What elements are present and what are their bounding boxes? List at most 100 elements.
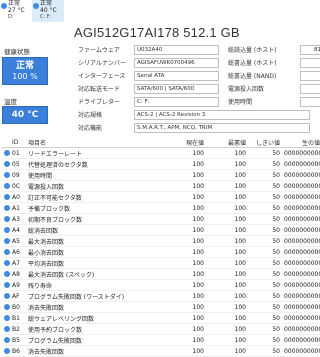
health-status-box[interactable]: 正常 100 % — [2, 57, 48, 85]
host-write-value — [300, 57, 320, 68]
attr-id: A5 — [12, 237, 20, 245]
attr-worst: 100 — [234, 237, 246, 245]
nand-write-value: 0 — [300, 70, 320, 81]
attr-threshold: 50 — [272, 182, 280, 190]
table-row[interactable]: A1 予備ブロック数 100 100 50 000000000064 — [2, 203, 320, 214]
header-worst[interactable]: 最悪値 — [204, 138, 246, 147]
attr-id: A6 — [12, 248, 20, 256]
temperature-box[interactable]: 40 °C — [2, 106, 48, 124]
health-status: 正常 — [15, 61, 34, 71]
table-row[interactable]: A5 最大消去回数 100 100 50 000000000000 — [2, 236, 320, 247]
attr-worst: 100 — [234, 314, 246, 322]
attr-raw: 000000000064 — [284, 281, 320, 289]
status-dot-icon — [2, 227, 12, 233]
attr-name: リードエラーレート — [28, 150, 83, 158]
attr-current: 100 — [192, 215, 204, 223]
attr-name: 予備ブロック数 — [28, 205, 71, 213]
header-raw[interactable]: 生の値 — [280, 138, 320, 147]
attr-name: 最小消去回数 — [28, 249, 65, 257]
power-hours-value — [300, 96, 320, 107]
table-row[interactable]: 09 使用時間 100 100 50 000000000000 — [2, 170, 320, 181]
transfer-value: SATA/600 | SATA/600 — [134, 83, 219, 94]
attr-current: 100 — [192, 237, 204, 245]
attr-raw: 000000000000 — [284, 149, 320, 157]
table-row[interactable]: A7 平均消去回数 100 100 50 000000000000 — [2, 258, 320, 269]
attr-current: 100 — [192, 347, 204, 355]
table-row[interactable]: B5 プログラム失敗回数 100 100 50 000000000000 — [2, 335, 320, 346]
attr-name: 消去失敗回数 — [28, 304, 65, 312]
attr-name: プログラム失敗回数 (ワーストダイ) — [28, 293, 125, 301]
host-read-value: 81 G — [300, 44, 320, 55]
temperature-label: 温度 — [4, 98, 17, 106]
status-dot-icon — [2, 172, 12, 178]
attr-name: 初期不良ブロック数 — [28, 216, 83, 224]
table-header: ID 項目名 現在値 最悪値 しきい値 生の値 — [2, 137, 320, 148]
drive-tab-1[interactable]: 正常 27 °C D: — [0, 0, 32, 22]
attr-current: 100 — [192, 149, 204, 157]
table-row[interactable]: B0 消去失敗回数 100 100 50 000000000000 — [2, 302, 320, 313]
table-row[interactable]: 01 リードエラーレート 100 100 50 000000000000 — [2, 148, 320, 159]
attr-id: 01 — [12, 149, 20, 157]
attr-worst: 100 — [234, 182, 246, 190]
attr-current: 100 — [192, 325, 204, 333]
header-id[interactable]: ID — [12, 139, 28, 146]
attr-threshold: 50 — [272, 204, 280, 212]
table-row[interactable]: 0C 電源投入回数 100 100 50 000000000000 — [2, 181, 320, 192]
attr-worst: 100 — [234, 204, 246, 212]
table-row[interactable]: B2 使用予約ブロック数 100 100 50 000000000000 — [2, 324, 320, 335]
attr-name: 消去失敗回数 — [28, 348, 65, 356]
table-row[interactable]: A4 総消去回数 100 100 50 000000000000 — [2, 225, 320, 236]
table-row[interactable]: A8 最大消去回数 (スペック) 100 100 50 000000000000 — [2, 269, 320, 280]
attr-name: 平均消去回数 — [28, 260, 65, 268]
status-dot-icon — [2, 249, 12, 255]
table-row[interactable]: 05 代替処理済のセクタ数 100 100 50 000000000000 — [2, 159, 320, 170]
attr-raw: 000000000000 — [284, 347, 320, 355]
drive-status: 正常 — [40, 0, 53, 7]
attr-current: 100 — [192, 171, 204, 179]
status-dot-icon — [2, 293, 12, 299]
attr-id: B6 — [12, 347, 20, 355]
attr-worst: 100 — [234, 248, 246, 256]
header-current[interactable]: 現在値 — [162, 138, 204, 147]
attr-id: 09 — [12, 171, 20, 179]
table-row[interactable]: A3 初期不良ブロック数 100 100 50 000000000000 — [2, 214, 320, 225]
attr-name: 残り寿命 — [28, 282, 53, 290]
attr-raw: 000000000000 — [284, 237, 320, 245]
disk-title: AGI512G17AI178 512.1 GB — [74, 25, 240, 40]
features-value: S.M.A.R.T., APM, NCQ, TRIM — [134, 122, 310, 133]
attr-name: 電源投入回数 — [28, 183, 65, 191]
status-dot-icon — [2, 282, 12, 288]
attr-current: 100 — [192, 160, 204, 168]
nand-write-row: 総書込量 (NAND) 0 — [228, 70, 320, 81]
transfer-row: 対応転送モード SATA/600 | SATA/600 — [78, 83, 219, 94]
attr-name: 使用予約ブロック数 — [28, 326, 83, 334]
features-label: 対応機能 — [78, 125, 103, 132]
attr-id: A1 — [12, 204, 20, 212]
attr-threshold: 50 — [272, 259, 280, 267]
attr-raw: 000000000000 — [284, 259, 320, 267]
attr-raw: 000000000000 — [284, 325, 320, 333]
table-row[interactable]: B1 総ウェアレベリング回数 100 100 50 000000000000 — [2, 313, 320, 324]
drive-tab-2[interactable]: 正常 40 °C C: F: — [32, 0, 64, 22]
attr-current: 100 — [192, 193, 204, 201]
table-row[interactable]: A9 残り寿命 100 100 50 000000000064 — [2, 280, 320, 291]
table-row[interactable]: AF プログラム失敗回数 (ワーストダイ) 100 100 50 000000000000 — [2, 291, 320, 302]
table-row[interactable]: A0 訂正不可能セクタ数 100 100 50 000000000000 — [2, 192, 320, 203]
attr-threshold: 50 — [272, 149, 280, 157]
host-read-row: 総読込量 (ホスト) 81 G — [228, 44, 320, 55]
attr-current: 100 — [192, 226, 204, 234]
host-write-row: 総書込量 (ホスト) — [228, 57, 320, 68]
status-dot-icon — [2, 304, 12, 310]
power-hours-label: 使用時間 — [228, 99, 253, 106]
attr-raw: 000000000000 — [284, 193, 320, 201]
header-name[interactable]: 項目名 — [28, 138, 162, 147]
attr-threshold: 50 — [272, 193, 280, 201]
attr-id: A3 — [12, 215, 20, 223]
attr-threshold: 50 — [272, 292, 280, 300]
smart-table[interactable]: ID 項目名 現在値 最悪値 しきい値 生の値 01 リードエラーレート 100 10… — [2, 137, 320, 357]
table-row[interactable]: A6 最小消去回数 100 100 50 000000000000 — [2, 247, 320, 258]
status-dot-icon — [2, 348, 12, 354]
attr-raw: 000000000000 — [284, 160, 320, 168]
header-threshold[interactable]: しきい値 — [246, 138, 280, 147]
table-row[interactable]: B6 消去失敗回数 100 100 50 000000000000 — [2, 346, 320, 357]
